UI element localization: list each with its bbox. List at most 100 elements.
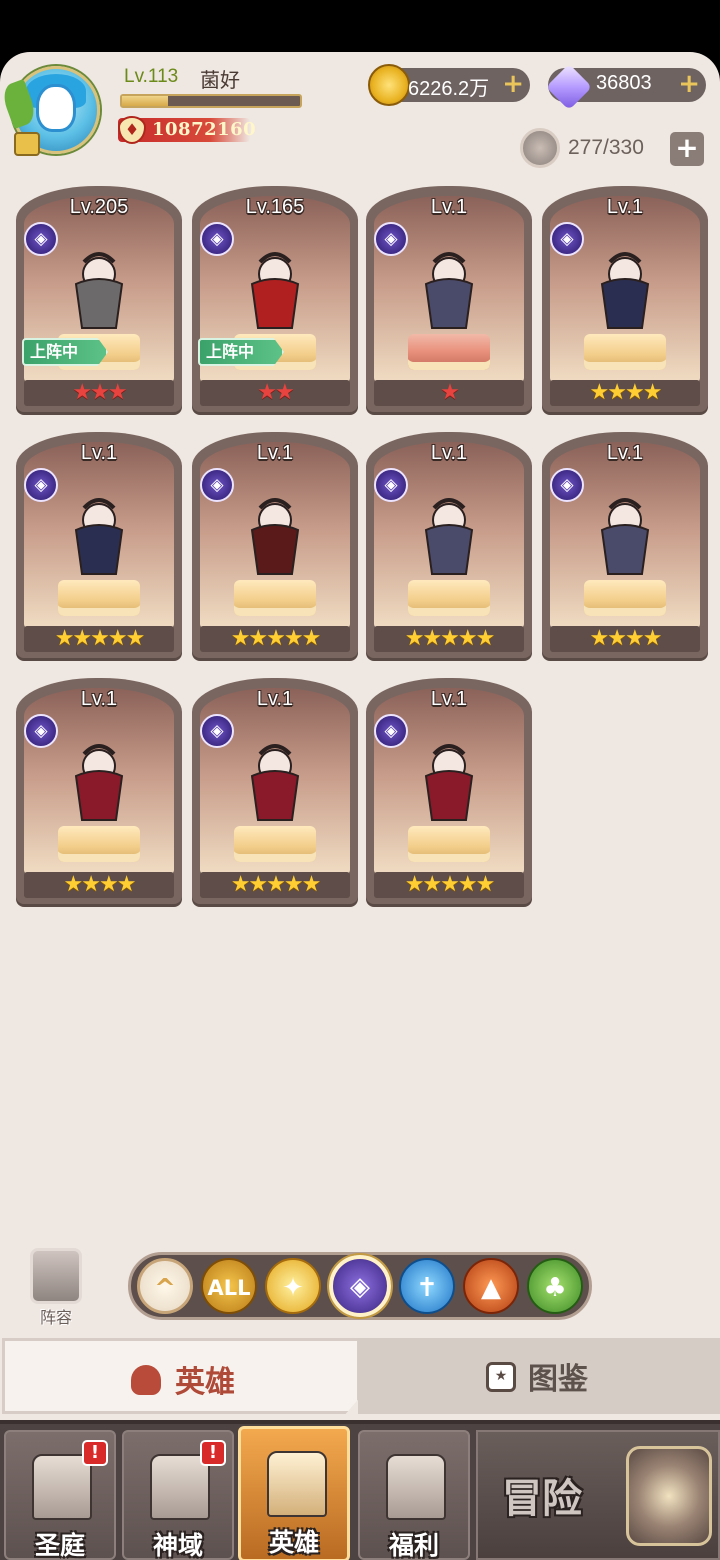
hero-level: Lv.1 [80,442,118,464]
hero-level: Lv.1 [606,196,644,218]
hero-sprite [54,490,144,586]
dark-faction-icon: ◈ [550,468,584,502]
dark-faction-icon: ◈ [24,222,58,256]
nav-heroes-label: 英雄 [268,1528,319,1557]
hero-star-rating: ★★★★★ [374,626,524,652]
exp-fill [122,96,169,106]
hero-level: Lv.1 [606,442,644,464]
hero-sprite [230,490,320,586]
hero-sprite [54,244,144,340]
hero-card[interactable]: Lv.1 ◈ ★★★★ [16,678,182,904]
hero-star-rating: ★★★ [24,380,174,406]
divine-alert-badge: ! [200,1440,226,1466]
hero-level: Lv.205 [69,196,129,218]
dark-faction-icon: ◈ [24,714,58,748]
nav-court-label: 圣庭 [34,1531,85,1560]
power-icon: ♦ [118,116,146,144]
hero-card[interactable]: Lv.205 ◈ ★★★ 上阵中 [16,186,182,412]
hero-pedestal [408,580,490,616]
dark-faction-icon[interactable]: ◈ [329,1255,391,1317]
lineup-button[interactable]: 阵容 [22,1248,90,1327]
hero-star-rating: ★★★★★ [374,872,524,898]
hero-card[interactable]: Lv.1 ◈ ★★★★★ [16,432,182,658]
hero-pedestal [584,334,666,370]
player-avatar[interactable] [0,62,104,158]
holy-faction-icon[interactable]: ✝ [399,1258,455,1314]
faction-filter-bar: ^ ALL ✦ ◈ ✝ ▲ ♣ [128,1252,592,1320]
hero-card[interactable]: Lv.1 ◈ ★★★★★ [192,678,358,904]
adventure-button[interactable]: 冒险 [476,1430,720,1560]
nav-divine-label: 神域 [152,1531,203,1560]
hero-card[interactable]: Lv.1 ◈ ★★★★★ [366,432,532,658]
nav-divine[interactable]: ! 神域 [122,1430,234,1560]
add-gold-button[interactable]: + [502,69,524,99]
hero-pedestal [584,580,666,616]
hero-level: Lv.1 [256,442,294,464]
gem-icon [545,63,593,111]
hero-card[interactable]: Lv.1 ◈ ★ [366,186,532,412]
hero-card[interactable]: Lv.1 ◈ ★★★★★ [192,432,358,658]
nav-court[interactable]: ! 圣庭 [4,1430,116,1560]
gold-resource[interactable]: 6226.2万 + [368,64,530,106]
tab-gallery-label: 图鉴 [528,1362,588,1397]
sort-up-icon[interactable]: ^ [137,1258,193,1314]
expand-capacity-button[interactable]: + [670,132,704,166]
hero-star-rating: ★★★★★ [24,626,174,652]
tab-heroes[interactable]: 英雄 [2,1338,360,1414]
hero-pedestal [408,826,490,862]
exp-bar [120,94,302,108]
player-level: Lv.113 [124,66,179,87]
bottom-nav: ! 圣庭 ! 神域 英雄 福利 冒险 [0,1420,720,1560]
hero-helmet-icon [131,1365,161,1395]
lineup-label: 阵容 [39,1308,72,1327]
nature-faction-icon[interactable]: ♣ [527,1258,583,1314]
hero-card[interactable]: Lv.1 ◈ ★★★★ [542,186,708,412]
screen: Lv.113 菌好 ♦ 10872160 6226.2万 + 36803 + 2… [0,0,720,1560]
gold-coin-icon [368,64,410,106]
add-gem-button[interactable]: + [678,69,700,99]
hero-star-rating: ★★★★ [550,626,700,652]
court-alert-badge: ! [82,1440,108,1466]
hero-pedestal [408,334,490,370]
hero-pedestal [58,826,140,862]
chess-piece-icon [30,1248,82,1304]
hero-star-rating: ★ [374,380,524,406]
hero-pedestal [234,580,316,616]
treasure-chest-icon [386,1454,446,1520]
hero-sprite [404,736,494,832]
gem-resource[interactable]: 36803 + [545,63,706,111]
avatar-face [36,84,76,132]
hero-sprite [580,490,670,586]
hero-star-rating: ★★★★★ [200,626,350,652]
hero-card[interactable]: Lv.165 ◈ ★★ 上阵中 [192,186,358,412]
hero-card[interactable]: Lv.1 ◈ ★★★★★ [366,678,532,904]
hero-level: Lv.1 [430,688,468,710]
nav-welfare[interactable]: 福利 [358,1430,470,1560]
light-faction-icon[interactable]: ✦ [265,1258,321,1314]
hero-sprite [580,244,670,340]
gallery-book-icon: ★ [486,1362,516,1392]
all-factions-icon[interactable]: ALL [201,1258,257,1314]
hero-sprite [230,244,320,340]
hero-sprite [54,736,144,832]
hero-star-rating: ★★★★★ [200,872,350,898]
hero-sprite [404,490,494,586]
nav-heroes[interactable]: 英雄 [238,1426,350,1560]
hero-panel: Lv.113 菌好 ♦ 10872160 6226.2万 + 36803 + 2… [0,52,720,1560]
hero-pedestal [234,826,316,862]
dark-faction-icon: ◈ [374,222,408,256]
combat-power: ♦ 10872160 [118,116,256,144]
hero-level: Lv.1 [430,196,468,218]
dark-faction-icon: ◈ [200,468,234,502]
adventure-label: 冒险 [502,1476,582,1522]
tab-gallery[interactable]: ★ 图鉴 [358,1338,720,1414]
dark-faction-icon: ◈ [374,468,408,502]
hero-level: Lv.165 [245,196,305,218]
beast-faction-icon[interactable]: ▲ [463,1258,519,1314]
gem-value: 36803 [596,72,652,94]
hero-star-rating: ★★★★ [24,872,174,898]
hero-level: Lv.1 [256,688,294,710]
hero-card[interactable]: Lv.1 ◈ ★★★★ [542,432,708,658]
gold-value: 6226.2万 [408,78,490,100]
tab-heroes-label: 英雄 [175,1365,235,1400]
